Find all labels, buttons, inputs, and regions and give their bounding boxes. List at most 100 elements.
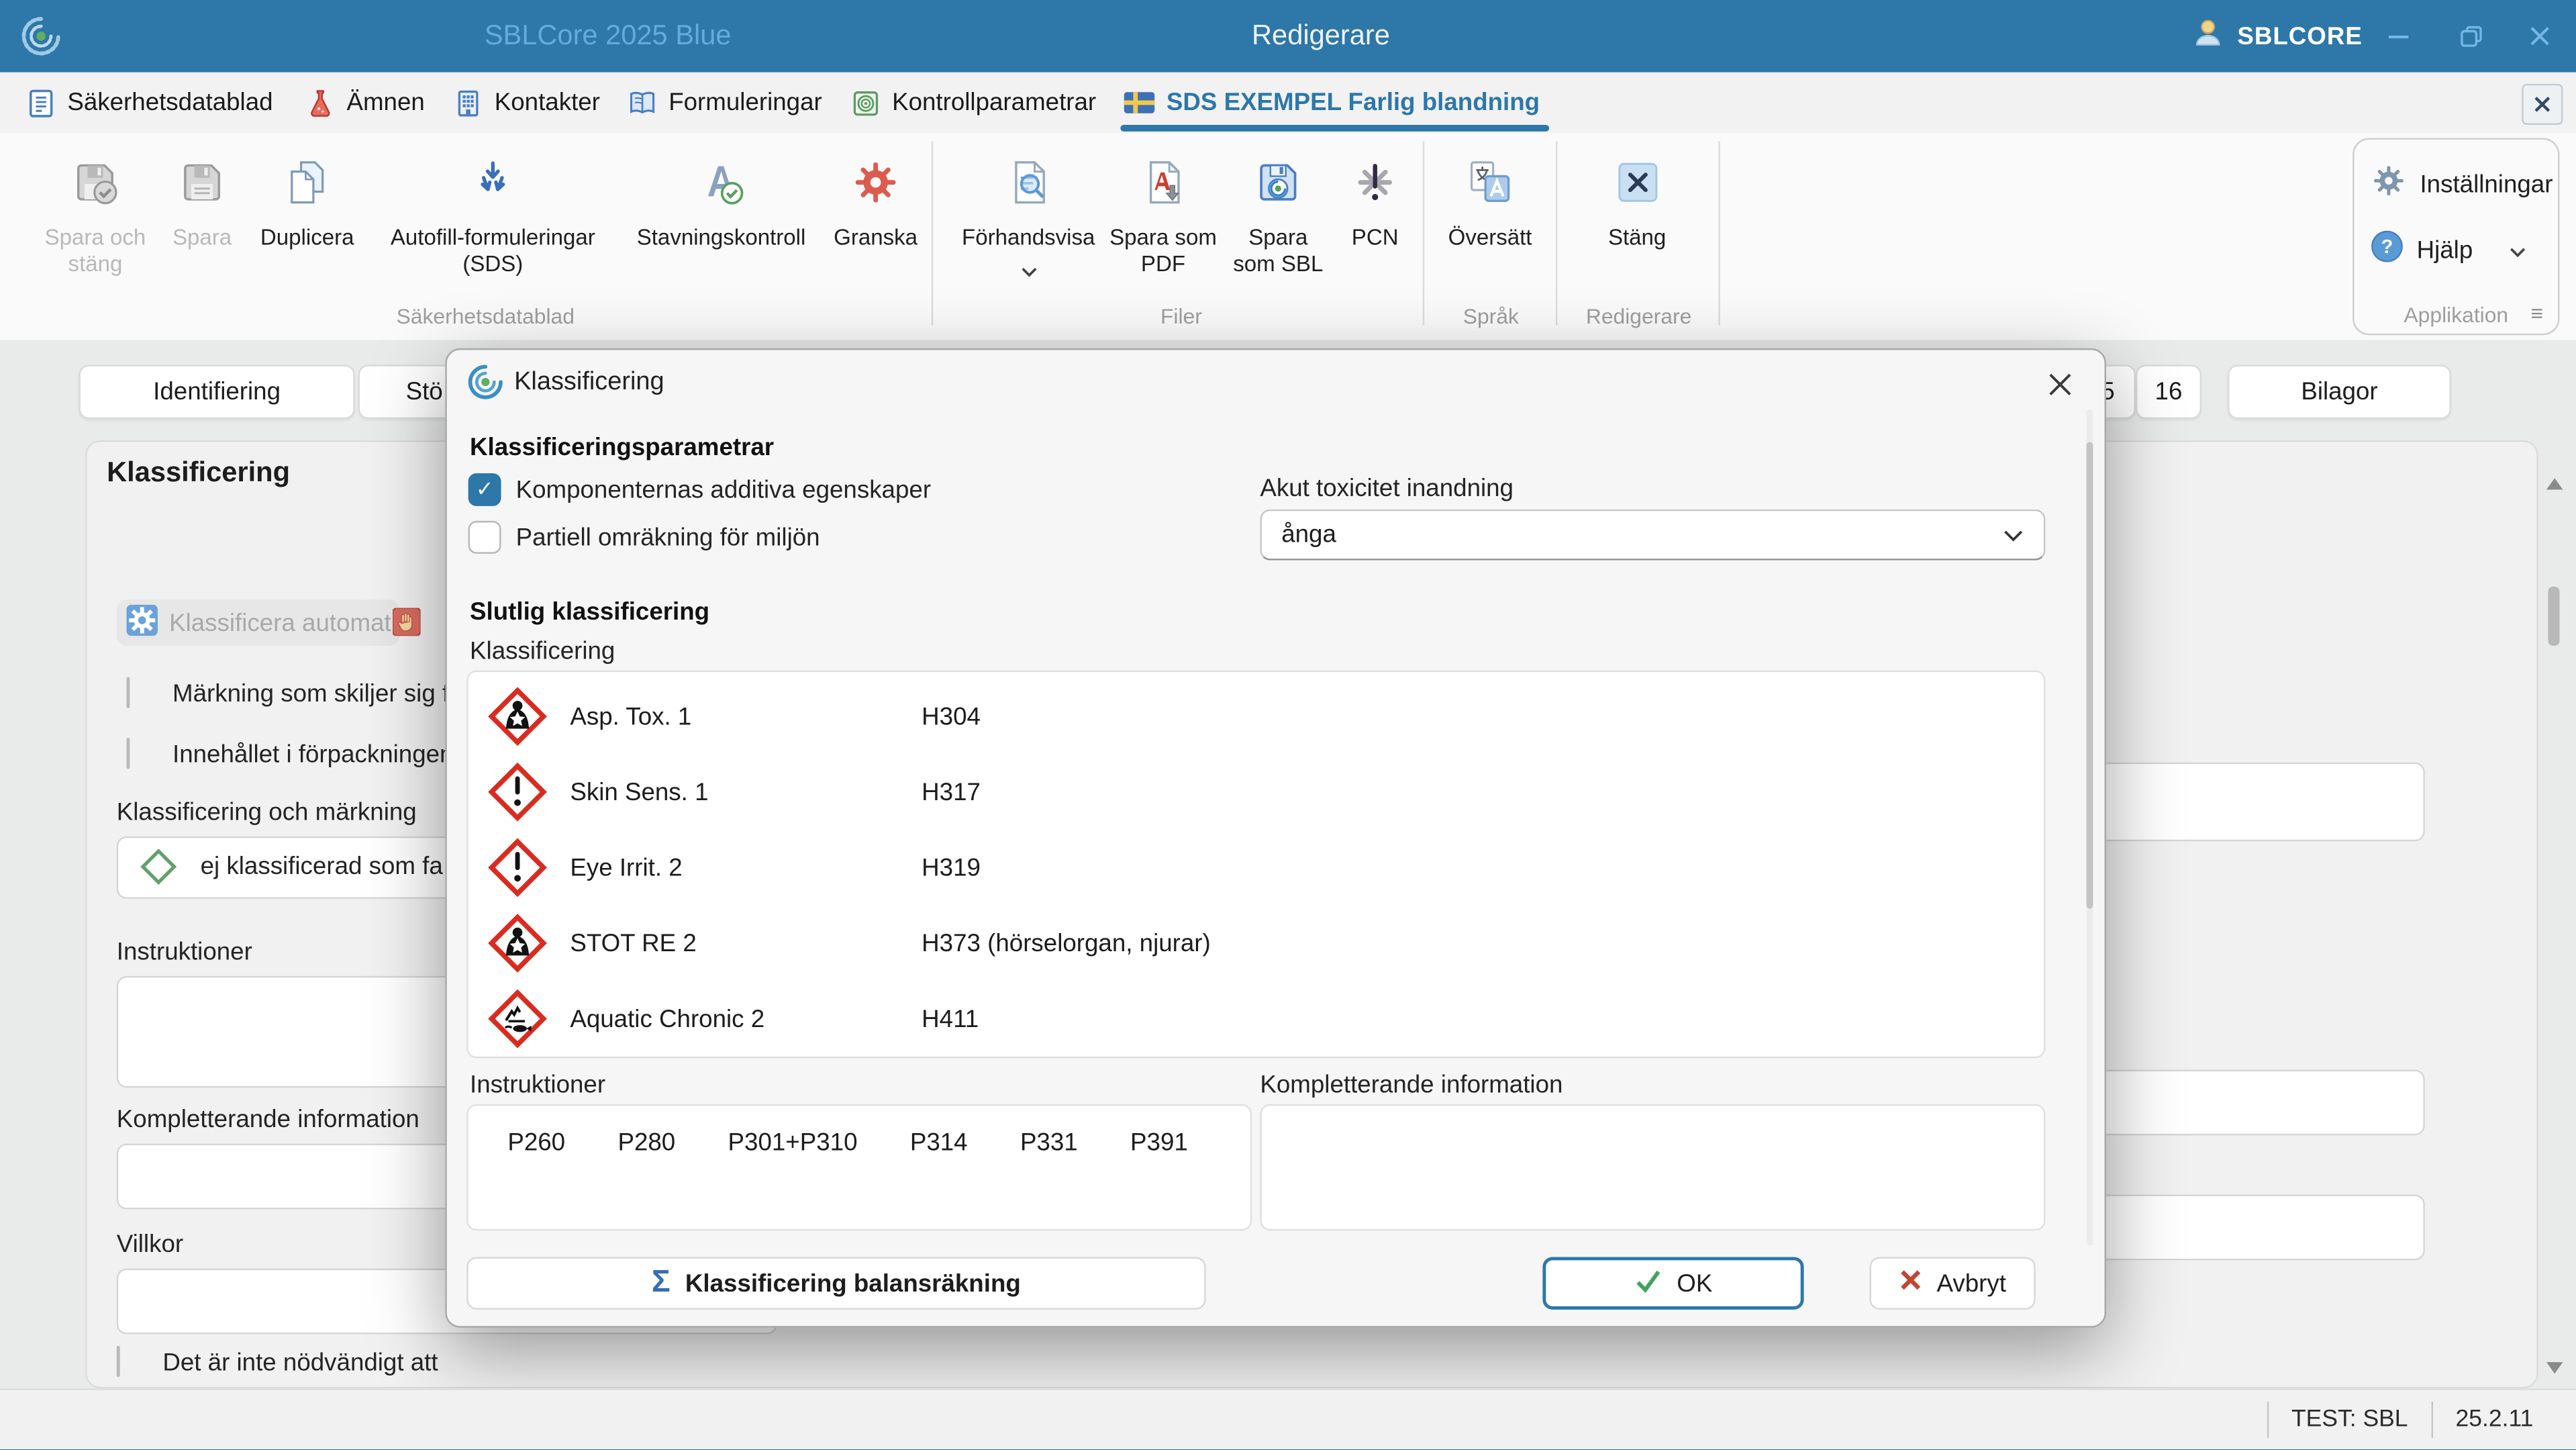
- checkbox-package-content[interactable]: [126, 738, 130, 769]
- p-code[interactable]: P391: [1130, 1129, 1188, 1157]
- p-code[interactable]: P260: [507, 1129, 565, 1157]
- tab-sds-exempel-farlig-blandning[interactable]: SDS EXEMPEL Farlig blandning: [1120, 72, 1550, 134]
- ribbon-divider: [1555, 141, 1558, 326]
- panel-title: Klassificering: [107, 456, 291, 488]
- p-code[interactable]: P314: [910, 1129, 968, 1157]
- classification-dialog: Klassificering Klassificeringsparametrar…: [445, 348, 2106, 1328]
- tab-formuleringar[interactable]: Formuleringar: [628, 72, 822, 134]
- checkbox-partial-label: Partiell omräkning för miljön: [515, 523, 820, 552]
- cancel-button[interactable]: Avbryt: [1869, 1257, 2036, 1310]
- help-icon: ?: [2371, 230, 2404, 270]
- close-tab-button[interactable]: [2522, 83, 2563, 126]
- ribbon-button-duplicera[interactable]: Duplicera: [253, 138, 362, 278]
- inhalation-value: ånga: [1281, 520, 1336, 549]
- tab-mnen[interactable]: Ämnen: [305, 72, 425, 134]
- ribbon-button-st-ng[interactable]: Stäng: [1567, 138, 1707, 252]
- checkbox-unchecked-icon: [468, 520, 501, 554]
- hazard-statement-code: H373 (hörselorgan, njurar): [922, 929, 1211, 957]
- ribbon-button-stavningskontroll[interactable]: Stavningskontroll: [624, 138, 818, 278]
- application-group-label: Applikation: [2404, 302, 2509, 328]
- ribbon-button-spara-som-pdf[interactable]: Spara som PDF: [1107, 138, 1219, 286]
- ribbon-button-label: Översätt: [1448, 225, 1532, 250]
- section-button-bilagor[interactable]: Bilagor: [2228, 365, 2451, 420]
- checkbox-additive-properties[interactable]: ✓ Komponenternas additiva egenskaper: [468, 473, 931, 506]
- settings-label: Inställningar: [2420, 170, 2553, 198]
- bg-instructions-label: Instruktioner: [116, 938, 252, 967]
- dialog-scrollbar[interactable]: [2086, 409, 2093, 1246]
- ribbon-divider: [931, 141, 934, 326]
- p-code[interactable]: P280: [617, 1129, 675, 1157]
- checkbox-package-content-label: Innehållet i förpackningen: [172, 740, 454, 769]
- restore-button[interactable]: [2438, 0, 2504, 72]
- checkbox-labeling-differs[interactable]: [126, 677, 130, 708]
- ribbon-button-f-rhandsvisa[interactable]: Förhandsvisa: [956, 138, 1101, 286]
- classification-row[interactable]: Asp. Tox. 1 H304: [468, 679, 2044, 755]
- pcn-icon: [1350, 148, 1399, 217]
- ok-button[interactable]: OK: [1542, 1257, 1804, 1310]
- hazard-statement-code: H317: [922, 777, 981, 806]
- not-classified-label: ej klassificerad som fa: [200, 853, 443, 881]
- ribbon-group-label: Redigerare: [1585, 303, 1692, 329]
- inhalation-label: Akut toxicitet inandning: [1260, 475, 1514, 503]
- x-icon: [1899, 1269, 1922, 1298]
- classification-row[interactable]: Skin Sens. 1 H317: [468, 754, 2044, 830]
- ribbon-button-spara-som-sbl[interactable]: Spara som SBL: [1226, 138, 1331, 286]
- scroll-up-arrow[interactable]: [2546, 478, 2563, 490]
- tab-label: Kontakter: [494, 89, 600, 117]
- section-button-16[interactable]: 16: [2136, 365, 2201, 420]
- help-button[interactable]: ? Hjälp: [2371, 230, 2527, 270]
- ribbon-button-label: Spara som PDF: [1109, 225, 1217, 277]
- checkbox-partial-conversion[interactable]: Partiell omräkning för miljön: [468, 520, 820, 554]
- p-codes-field[interactable]: P260 P280 P301+P310 P314 P331 P391: [466, 1104, 1252, 1231]
- tab-kontrollparametrar[interactable]: Kontrollparametrar: [851, 72, 1096, 134]
- p-code[interactable]: P301+P310: [728, 1129, 858, 1157]
- tab-kontakter[interactable]: Kontakter: [454, 72, 600, 134]
- classify-manually-hand-icon[interactable]: [391, 607, 422, 644]
- ribbon-group-redigerare: Stäng Redigerare: [1559, 138, 1718, 336]
- tab-label: Säkerhetsdatablad: [67, 89, 273, 117]
- application-group: Inställningar ? Hjälp Applikation ≡: [2352, 138, 2560, 336]
- dlg-supplementary-field[interactable]: [1260, 1104, 2046, 1231]
- minimize-button[interactable]: [2366, 0, 2432, 72]
- ribbon-group-label: Filer: [1160, 303, 1202, 329]
- inhalation-select[interactable]: ånga: [1260, 509, 2046, 561]
- ribbon-button-pcn[interactable]: PCN: [1337, 138, 1413, 286]
- section-button-identifiering[interactable]: Identifiering: [79, 365, 355, 420]
- tab-label: Kontrollparametrar: [892, 89, 1097, 117]
- flag-se-icon: [1124, 92, 1155, 113]
- ribbon-button-autofill-formuleringar-sds[interactable]: Autofill-formuleringar (SDS): [368, 138, 617, 278]
- ribbon-button-granska[interactable]: Granska: [825, 138, 927, 278]
- classification-row[interactable]: Aquatic Chronic 2 H411: [468, 981, 2044, 1057]
- green-diamond-icon: [138, 847, 179, 896]
- ribbon-divider: [1422, 141, 1425, 326]
- dialog-close-icon[interactable]: [2042, 367, 2078, 403]
- balance-button[interactable]: Σ Klassificering balansräkning: [466, 1257, 1206, 1310]
- page-scrollbar-thumb[interactable]: [2548, 586, 2560, 646]
- tab-s-kerhetsdatablad[interactable]: Säkerhetsdatablad: [26, 72, 273, 134]
- checkbox-not-necessary[interactable]: [116, 1345, 120, 1378]
- document-tab-bar: Säkerhetsdatablad Ämnen Kontakter Formuleri…: [0, 72, 2576, 134]
- book-icon: [628, 88, 657, 117]
- user-account-button[interactable]: SBLCORE: [2191, 0, 2363, 72]
- bg-supplementary-label: Kompletterande information: [116, 1106, 419, 1134]
- dialog-logo-icon: [466, 363, 504, 409]
- ribbon-button-vers-tt[interactable]: Översätt: [1434, 138, 1546, 252]
- final-heading: Slutlig klassificering: [470, 597, 710, 626]
- group-options-icon[interactable]: ≡: [2530, 301, 2543, 326]
- ghs08-health-hazard-icon: [488, 914, 547, 973]
- p-code[interactable]: P331: [1020, 1129, 1078, 1157]
- final-list-label: Klassificering: [470, 637, 615, 666]
- tab-label: SDS EXEMPEL Farlig blandning: [1166, 89, 1540, 117]
- gear-icon: [2371, 162, 2407, 205]
- classification-row[interactable]: STOT RE 2 H373 (hörselorgan, njurar): [468, 906, 2044, 981]
- classification-row[interactable]: Eye Irrit. 2 H319: [468, 830, 2044, 906]
- ribbon-button-label: Spara som SBL: [1233, 225, 1324, 277]
- close-window-button[interactable]: [2507, 0, 2573, 72]
- ribbon-button-spara-och-st-ng: Spara och stäng: [40, 138, 151, 278]
- settings-button[interactable]: Inställningar: [2371, 162, 2553, 205]
- help-label: Hjälp: [2416, 236, 2473, 264]
- autofill-icon: [468, 148, 517, 217]
- scroll-down-arrow[interactable]: [2546, 1362, 2563, 1374]
- ribbon-group-label: Språk: [1463, 303, 1519, 329]
- dialog-scrollbar-thumb[interactable]: [2086, 442, 2093, 909]
